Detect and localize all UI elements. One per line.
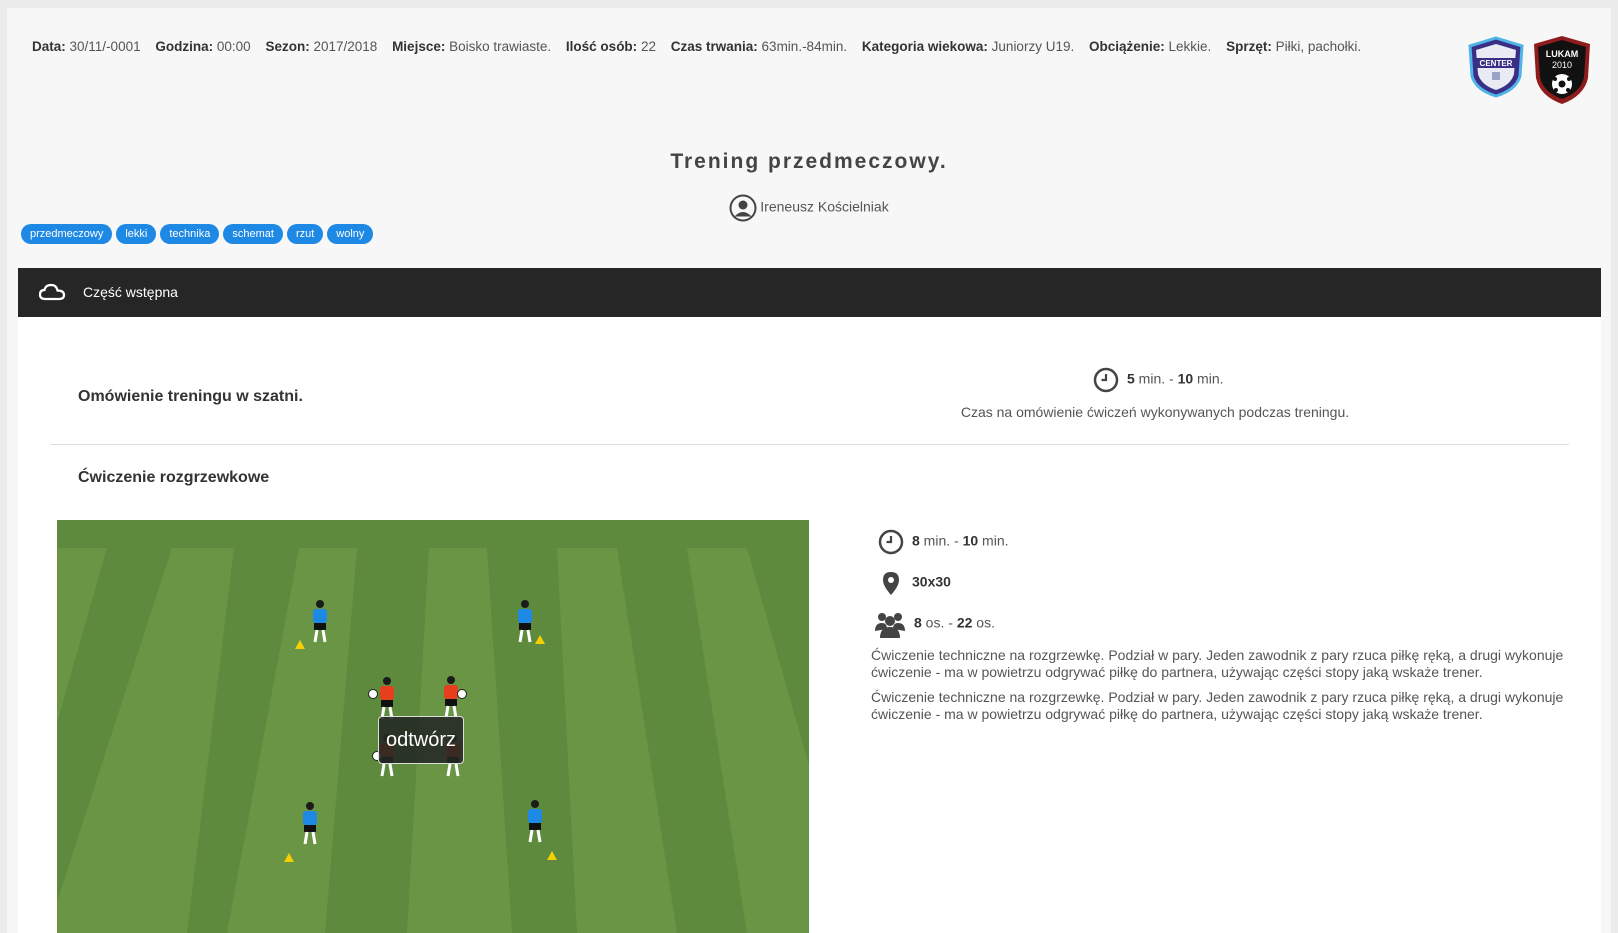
tag[interactable]: technika (160, 224, 220, 244)
author[interactable]: Ireneusz Kościelniak (7, 194, 1611, 222)
exercise-field-size: 30x30 (878, 570, 951, 596)
exercise-description: Ćwiczenie techniczne na rozgrzewkę. Podz… (871, 647, 1564, 680)
tag[interactable]: rzut (286, 224, 324, 244)
svg-text:CENTER: CENTER (1480, 59, 1513, 68)
ball (368, 689, 378, 699)
exercise-duration: 5 min. - 10 min. (1093, 367, 1224, 393)
meta-duration: Czas trwania: 63min.-84min. (670, 39, 848, 54)
exercise-title: Omówienie treningu w szatni. (78, 388, 303, 405)
tag[interactable]: lekki (116, 224, 157, 244)
clock-icon (878, 529, 904, 555)
meta-people: Ilość osób: 22 (565, 39, 656, 54)
exercise-title: Ćwiczenie rozgrzewkowe (78, 469, 270, 486)
exercise-description: Ćwiczenie techniczne na rozgrzewkę. Podz… (871, 689, 1564, 722)
meta-equipment: Sprzęt: Piłki, pachołki. (1226, 39, 1362, 54)
page: Data: 30/11/-0001 Godzina: 00:00 Sezon: … (7, 8, 1611, 933)
play-button[interactable]: odtwórz (378, 716, 465, 764)
meta-place: Miejsce: Boisko trawiaste. (392, 39, 552, 54)
clock-icon (1093, 367, 1119, 393)
training-meta: Data: 30/11/-0001 Godzina: 00:00 Sezon: … (32, 39, 1372, 54)
club-logo: LUKAM 2010 (1534, 36, 1590, 104)
group-icon (875, 613, 905, 638)
tag[interactable]: schemat (223, 224, 283, 244)
svg-text:2010: 2010 (1552, 60, 1572, 70)
tag[interactable]: przedmeczowy (21, 224, 113, 244)
tag-list: przedmeczowy lekki technika schemat rzut… (21, 224, 374, 244)
location-pin-icon (883, 572, 899, 595)
cloud-icon (38, 283, 66, 301)
meta-season: Sezon: 2017/2018 (265, 39, 378, 54)
svg-text:LUKAM: LUKAM (1546, 49, 1579, 59)
page-title: Trening przedmeczowy. (670, 150, 948, 173)
meta-load: Obciążenie: Lekkie. (1088, 39, 1212, 54)
exercise-description: Czas na omówienie ćwiczeń wykonywanych p… (960, 404, 1350, 420)
tag[interactable]: wolny (327, 224, 374, 244)
meta-age-category: Kategoria wiekowa: Juniorzy U19. (861, 39, 1075, 54)
exercise-players: 8 os. - 22 os. (874, 609, 995, 639)
section-header[interactable]: Część wstępna (18, 268, 1601, 317)
user-icon (729, 194, 757, 222)
meta-time: Godzina: 00:00 (155, 39, 251, 54)
exercise-duration: 8 min. - 10 min. (878, 529, 1009, 555)
meta-date: Data: 30/11/-0001 (32, 39, 141, 54)
section-content: Omówienie treningu w szatni. 5 min. - 10… (18, 317, 1601, 933)
ball (457, 689, 467, 699)
divider (50, 444, 1569, 445)
author-name: Ireneusz Kościelniak (760, 198, 889, 215)
section-title: Część wstępna (83, 284, 178, 300)
exercise-diagram[interactable]: odtwórz (57, 520, 809, 933)
center-logo: CENTER (1468, 36, 1524, 98)
